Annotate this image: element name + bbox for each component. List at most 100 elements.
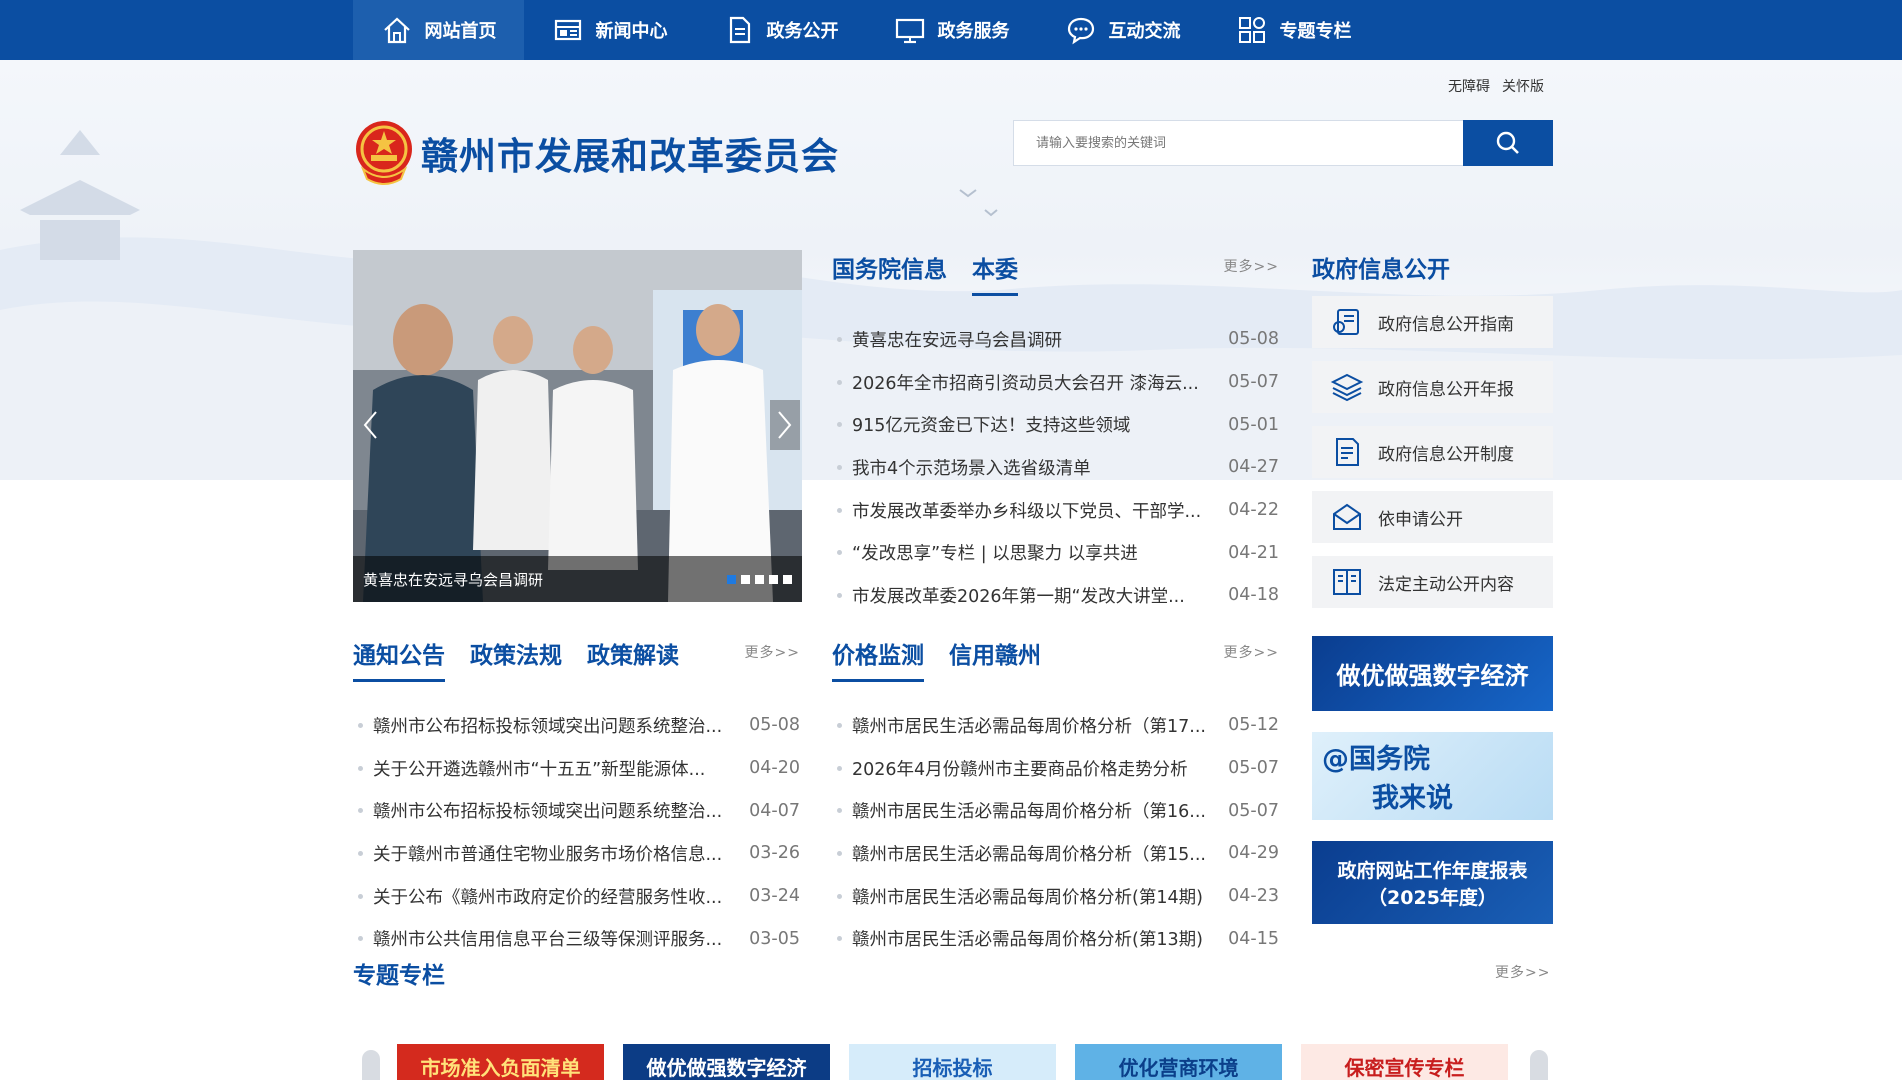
special-card[interactable]: 优化营商环境	[1075, 1044, 1282, 1080]
digital-economy-banner[interactable]: 做优做强数字经济	[1312, 636, 1553, 711]
special-column-more-link[interactable]: 更多>>	[1495, 962, 1550, 982]
state-council-banner-line2: 我来说	[1372, 783, 1453, 814]
search-button[interactable]	[1463, 120, 1553, 166]
news-list-item[interactable]: 2026年全市招商引资动员大会召开 漆海云... 05-07	[832, 361, 1279, 404]
news-list-item[interactable]: 黄喜忠在安远寻乌会昌调研 05-08	[832, 318, 1279, 361]
carousel-next-button[interactable]	[770, 400, 800, 450]
state-council-banner[interactable]: @国务院 我来说	[1312, 732, 1553, 820]
news-list-item[interactable]: 关于赣州市普通住宅物业服务市场价格信息... 03-26	[353, 832, 800, 875]
special-card[interactable]: 招标投标	[849, 1044, 1056, 1080]
carousel-dot[interactable]	[755, 574, 764, 584]
nav-special[interactable]: 专题专栏	[1208, 0, 1379, 60]
special-card[interactable]: 保密宣传专栏	[1301, 1044, 1508, 1080]
news-list-item[interactable]: 2026年4月份赣州市主要商品价格走势分析 05-07	[832, 747, 1279, 790]
search-input[interactable]	[1013, 120, 1463, 166]
gov-info-annual-report-button[interactable]: 政府信息公开年报	[1312, 361, 1553, 413]
annual-report-banner-line2: （2025年度）	[1368, 886, 1497, 909]
apply-disclosure-button[interactable]: 依申请公开	[1312, 491, 1553, 543]
tab-state-council[interactable]: 国务院信息	[832, 250, 947, 296]
more-link[interactable]: 更多>>	[745, 642, 800, 662]
carousel-dot[interactable]	[741, 574, 750, 584]
news-item-title: 2026年4月份赣州市主要商品价格走势分析	[852, 759, 1188, 780]
search-icon	[1496, 131, 1519, 154]
nav-gov-affairs[interactable]: 政务公开	[695, 0, 866, 60]
news-item-date: 05-08	[1228, 329, 1279, 350]
tab-policy-interpretation[interactable]: 政策解读	[587, 636, 679, 682]
news-list-item[interactable]: “发改思享”专栏 | 以思聚力 以享共进 04-21	[832, 531, 1279, 574]
statutory-disclosure-button[interactable]: 法定主动公开内容	[1312, 556, 1553, 608]
news-item-title: 赣州市公布招标投标领域突出问题系统整治...	[373, 716, 723, 737]
news-list-item[interactable]: 关于公布《赣州市政府定价的经营服务性收... 03-24	[353, 875, 800, 918]
bullet-dot	[837, 722, 842, 728]
tab-policies[interactable]: 政策法规	[470, 636, 562, 682]
nav-interaction[interactable]: 互动交流	[1037, 0, 1208, 60]
tab-committee[interactable]: 本委	[972, 250, 1018, 296]
gov-info-rules-button[interactable]: 政府信息公开制度	[1312, 426, 1553, 478]
news-panel-tabs: 价格监测 信用赣州 更多>>	[832, 636, 1279, 686]
carousel-caption[interactable]: 黄喜忠在安远寻乌会昌调研	[363, 569, 543, 590]
statutory-disclosure-label: 法定主动公开内容	[1378, 574, 1514, 595]
news-list-item[interactable]: 赣州市居民生活必需品每周价格分析（第15... 04-29	[832, 832, 1279, 875]
carousel-dots	[727, 574, 792, 584]
document-icon	[729, 16, 750, 44]
special-next-button[interactable]	[1530, 1050, 1548, 1080]
news-carousel[interactable]: 黄喜忠在安远寻乌会昌调研	[353, 250, 802, 602]
news-list-item[interactable]: 赣州市公共信用信息平台三级等保测评服务... 03-05	[353, 917, 800, 960]
grid-icon	[1238, 17, 1265, 43]
news-item-date: 04-18	[1228, 585, 1279, 606]
news-item-title: 黄喜忠在安远寻乌会昌调研	[852, 330, 1062, 351]
news-list-item[interactable]: 915亿元资金已下达！支持这些领域 05-01	[832, 403, 1279, 446]
news-item-date: 04-21	[1228, 542, 1279, 563]
bullet-dot	[837, 422, 842, 428]
tab-price-monitoring[interactable]: 价格监测	[832, 636, 924, 682]
more-link[interactable]: 更多>>	[1224, 642, 1279, 662]
site-logo[interactable]: 赣州市发展和改革委员会	[353, 119, 839, 187]
news-item-date: 05-07	[1228, 758, 1279, 779]
elderly-mode-link[interactable]: 关怀版	[1502, 76, 1544, 96]
accessibility-link[interactable]: 无障碍	[1448, 76, 1490, 96]
annual-report-banner[interactable]: 政府网站工作年度报表 （2025年度）	[1312, 841, 1553, 924]
nav-home[interactable]: 网站首页	[353, 0, 524, 60]
tab-notices[interactable]: 通知公告	[353, 636, 445, 682]
news-item-title: 赣州市居民生活必需品每周价格分析(第14期)	[852, 887, 1203, 908]
news-item-date: 05-01	[1228, 414, 1279, 435]
special-card[interactable]: 市场准入负面清单	[397, 1044, 604, 1080]
gov-info-guide-button[interactable]: 政府信息公开指南	[1312, 296, 1553, 348]
nav-gov-services[interactable]: 政务服务	[866, 0, 1037, 60]
news-item-date: 05-07	[1228, 800, 1279, 821]
gov-info-open-panel: 政府信息公开 政府信息公开指南 政府信息公开年报 政府信息公开制度 依申请公开 …	[1312, 250, 1553, 621]
tab-credit-ganzhou[interactable]: 信用赣州	[949, 636, 1041, 682]
news-item-title: 915亿元资金已下达！支持这些领域	[852, 416, 1131, 437]
news-list-item[interactable]: 市发展改革委2026年第一期“发改大讲堂... 04-18	[832, 574, 1279, 617]
rules-icon	[1336, 438, 1359, 466]
news-list-item[interactable]: 赣州市居民生活必需品每周价格分析(第14期) 04-23	[832, 875, 1279, 918]
nav-news[interactable]: 新闻中心	[524, 0, 695, 60]
carousel-dot[interactable]	[769, 574, 778, 584]
news-list-item[interactable]: 赣州市公布招标投标领域突出问题系统整治... 04-07	[353, 789, 800, 832]
bullet-dot	[837, 765, 842, 771]
news-item-date: 05-08	[749, 715, 800, 736]
carousel-caption-bar: 黄喜忠在安远寻乌会昌调研	[353, 556, 802, 602]
news-list-item[interactable]: 市发展改革委举办乡科级以下党员、干部学... 04-22	[832, 489, 1279, 532]
news-item-date: 05-12	[1228, 715, 1279, 736]
special-card[interactable]: 做优做强数字经济	[623, 1044, 830, 1080]
carousel-dot[interactable]	[783, 574, 792, 584]
news-list-item[interactable]: 我市4个示范场景入选省级清单 04-27	[832, 446, 1279, 489]
news-list-item[interactable]: 赣州市居民生活必需品每周价格分析（第16... 05-07	[832, 789, 1279, 832]
news-list-item[interactable]: 关于公开遴选赣州市“十五五”新型能源体... 04-20	[353, 747, 800, 790]
news-item-date: 03-05	[749, 928, 800, 949]
news-list-item[interactable]: 赣州市公布招标投标领域突出问题系统整治... 05-08	[353, 704, 800, 747]
news-item-date: 03-24	[749, 886, 800, 907]
news-list-item[interactable]: 赣州市居民生活必需品每周价格分析（第17... 05-12	[832, 704, 1279, 747]
special-column-carousel: 市场准入负面清单 做优做强数字经济 招标投标 优化营商环境 保密宣传专栏	[360, 1040, 1548, 1080]
gov-info-guide-label: 政府信息公开指南	[1378, 314, 1514, 335]
bullet-dot	[358, 808, 363, 814]
news-item-title: 关于公开遴选赣州市“十五五”新型能源体...	[373, 759, 706, 780]
chevron-right-icon	[778, 411, 792, 439]
news-list-item[interactable]: 赣州市居民生活必需品每周价格分析(第13期) 04-15	[832, 917, 1279, 960]
carousel-dot[interactable]	[727, 574, 736, 584]
special-prev-button[interactable]	[362, 1050, 380, 1080]
carousel-prev-button[interactable]	[355, 400, 385, 450]
nav-news-label: 新闻中心	[595, 21, 668, 42]
more-link[interactable]: 更多>>	[1224, 256, 1279, 276]
